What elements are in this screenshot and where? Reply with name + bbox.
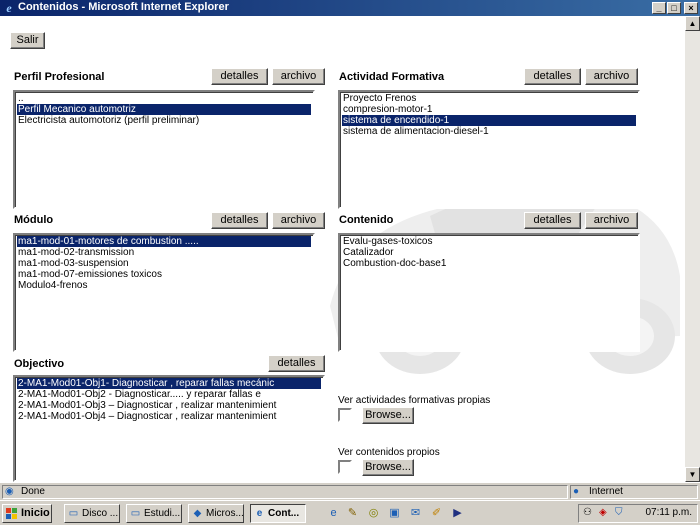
internet-explorer-icon: e — [6, 1, 12, 15]
ver-contenidos-label: Ver contenidos propios — [338, 447, 440, 458]
list-item[interactable]: Catalizador — [342, 247, 636, 258]
folder-icon: ▭ — [68, 508, 79, 519]
page-content: Salir Perfil Profesional detalles archiv… — [0, 16, 685, 482]
vertical-scrollbar[interactable]: ▲ ▼ — [685, 16, 700, 482]
list-item[interactable]: 2-MA1-Mod01-Obj2 - Diagnosticar..... y r… — [17, 389, 321, 400]
objectivo-detalles-button[interactable]: detalles — [268, 355, 325, 372]
page-done-icon: ◉ — [5, 486, 14, 497]
objectivo-listbox[interactable]: 2-MA1-Mod01-Obj1- Diagnosticar , reparar… — [13, 375, 325, 482]
list-item[interactable]: 2-MA1-Mod01-Obj3 – Diagnosticar , realiz… — [17, 400, 321, 411]
status-zone-pane: ● Internet — [570, 485, 698, 499]
list-item[interactable]: compresion-motor-1 — [342, 104, 636, 115]
internet-zone-icon: ● — [573, 486, 580, 497]
status-bar: ◉ Done ● Internet — [0, 482, 700, 500]
objectivo-label: Objectivo — [14, 358, 65, 370]
actividad-label: Actividad Formativa — [339, 71, 445, 83]
list-item[interactable]: Proyecto Frenos — [342, 93, 636, 104]
perfil-listbox[interactable]: .. Perfil Mecanico automotriz Electricis… — [13, 90, 315, 209]
actividad-archivo-button[interactable]: archivo — [585, 68, 638, 85]
modulo-detalles-button[interactable]: detalles — [211, 212, 268, 229]
list-item[interactable]: Modulo4-frenos — [17, 280, 311, 291]
ver-actividades-label: Ver actividades formativas propias — [338, 395, 491, 406]
contenido-listbox[interactable]: Evalu-gases-toxicos Catalizador Combusti… — [338, 233, 640, 352]
maximize-button[interactable]: □ — [667, 2, 681, 14]
list-item[interactable]: ma1-mod-02-transmission — [17, 247, 311, 258]
taskbar-item-estudi[interactable]: ▭ Estudi... — [126, 504, 182, 523]
taskbar-item-contenidos[interactable]: e Cont... — [250, 504, 306, 523]
list-item[interactable]: Perfil Mecanico automotriz — [17, 104, 311, 115]
minimize-button[interactable]: _ — [652, 2, 666, 14]
clock: 07:11 p.m. — [645, 507, 692, 518]
modulo-label: Módulo — [14, 214, 54, 226]
perfil-detalles-button[interactable]: detalles — [211, 68, 268, 85]
list-item[interactable]: Electricista automotoriz (perfil prelimi… — [17, 115, 311, 126]
task-label: Estudi... — [144, 508, 181, 519]
contenido-detalles-button[interactable]: detalles — [524, 212, 581, 229]
list-item[interactable]: sistema de encendido-1 — [342, 115, 636, 126]
ver-actividades-browse-button[interactable]: Browse... — [362, 407, 414, 424]
salir-button[interactable]: Salir — [10, 32, 45, 49]
scroll-up-arrow-icon[interactable]: ▲ — [685, 16, 700, 31]
list-item[interactable]: 2-MA1-Mod01-Obj1- Diagnosticar , reparar… — [17, 378, 321, 389]
status-zone: Internet — [589, 486, 623, 497]
list-item[interactable]: ma1-mod-03-suspension — [17, 258, 311, 269]
contenido-label: Contenido — [339, 214, 394, 226]
task-label: Disco ... — [82, 508, 119, 519]
taskbar: Inicio ▭ Disco ... ▭ Estudi... ◆ Micros... … — [0, 500, 700, 525]
status-text: Done — [21, 486, 45, 497]
ver-contenidos-browse-button[interactable]: Browse... — [362, 459, 414, 476]
taskbar-item-micros[interactable]: ◆ Micros... — [188, 504, 244, 523]
actividad-detalles-button[interactable]: detalles — [524, 68, 581, 85]
media-quicklaunch-icon[interactable]: ◎ — [366, 506, 381, 521]
task-label: Micros... — [206, 508, 244, 519]
status-text-pane: ◉ Done — [2, 485, 568, 499]
edit-quicklaunch-icon[interactable]: ✎ — [345, 506, 360, 521]
list-item[interactable]: ma1-mod-07-emissiones toxicos — [17, 269, 311, 280]
actividad-listbox[interactable]: Proyecto Frenos compresion-motor-1 siste… — [338, 90, 640, 209]
outlook-quicklaunch-icon[interactable]: ✉ — [408, 506, 423, 521]
task-label: Cont... — [268, 508, 300, 519]
perfil-archivo-button[interactable]: archivo — [272, 68, 325, 85]
taskbar-item-disco[interactable]: ▭ Disco ... — [64, 504, 120, 523]
network-icon[interactable]: ⚇ — [583, 507, 592, 518]
list-item[interactable]: Combustion-doc-base1 — [342, 258, 636, 269]
list-item[interactable]: .. — [17, 93, 311, 104]
contenido-archivo-button[interactable]: archivo — [585, 212, 638, 229]
scroll-down-arrow-icon[interactable]: ▼ — [685, 467, 700, 482]
modulo-archivo-button[interactable]: archivo — [272, 212, 325, 229]
list-item[interactable]: Evalu-gases-toxicos — [342, 236, 636, 247]
application-icon: ◆ — [193, 508, 202, 519]
start-label: Inicio — [21, 507, 50, 519]
list-item[interactable]: 2-MA1-Mod01-Obj4 – Diagnosticar , realiz… — [17, 411, 321, 422]
list-item[interactable]: ma1-mod-01-motores de combustion ..... — [17, 236, 311, 247]
folder-icon: ▭ — [130, 508, 141, 519]
arrow-quicklaunch-icon[interactable]: ▶ — [450, 506, 465, 521]
title-bar[interactable]: e Contenidos - Microsoft Internet Explor… — [0, 0, 700, 16]
list-item[interactable]: sistema de alimentacion-diesel-1 — [342, 126, 636, 137]
window-title: Contenidos - Microsoft Internet Explorer — [18, 1, 229, 13]
windows-logo-icon — [6, 508, 17, 519]
internet-explorer-icon: e — [256, 508, 263, 519]
desktop-quicklaunch-icon[interactable]: ▣ — [387, 506, 402, 521]
security-shield-icon[interactable]: ⛉ — [615, 507, 623, 518]
ie-quicklaunch-icon[interactable]: e — [326, 506, 341, 521]
system-tray: ⚇ ◈ ⛉ 07:11 p.m. — [578, 504, 698, 523]
ver-actividades-file-input[interactable] — [338, 408, 352, 422]
perfil-label: Perfil Profesional — [14, 71, 105, 83]
antivirus-icon[interactable]: ◈ — [599, 507, 607, 518]
start-button[interactable]: Inicio — [2, 504, 52, 523]
ver-contenidos-file-input[interactable] — [338, 460, 352, 474]
close-button[interactable]: × — [684, 2, 698, 14]
tool-quicklaunch-icon[interactable]: ✐ — [429, 506, 444, 521]
modulo-listbox[interactable]: ma1-mod-01-motores de combustion ..... m… — [13, 233, 315, 352]
